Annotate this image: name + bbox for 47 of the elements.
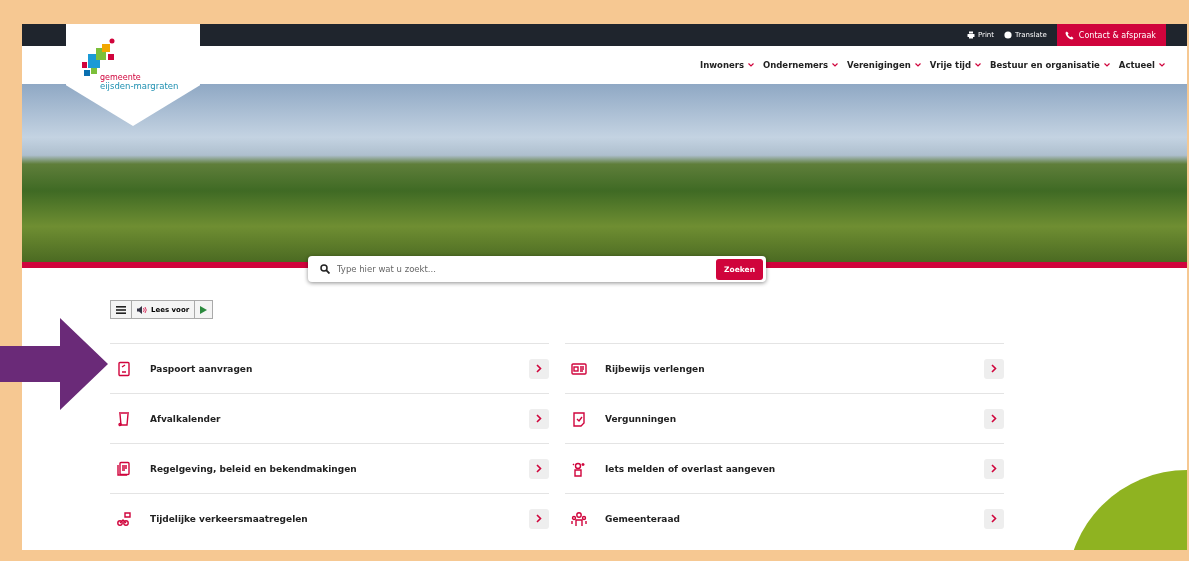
chevron-right-icon xyxy=(984,358,1004,379)
task-link[interactable]: Regelgeving, beleid en bekendmakingen xyxy=(110,443,549,493)
chevron-right-icon xyxy=(529,408,549,429)
task-link[interactable]: Gemeenteraad xyxy=(565,493,1004,543)
chevron-down-icon xyxy=(975,63,982,67)
phone-icon xyxy=(1064,30,1074,40)
bin-icon xyxy=(116,410,132,427)
nav-item[interactable]: Verenigingen xyxy=(847,60,921,70)
chevron-down-icon xyxy=(1159,63,1165,67)
chevron-right-icon xyxy=(529,458,549,479)
nav-item[interactable]: Ondernemers xyxy=(763,60,838,70)
chevron-down-icon xyxy=(748,63,754,67)
play-button[interactable] xyxy=(195,301,213,318)
id-card-icon xyxy=(571,360,587,377)
nav-item[interactable]: Vrije tijd xyxy=(929,60,982,70)
play-icon xyxy=(200,305,208,314)
chevron-down-icon xyxy=(914,63,921,67)
logo-text: gemeente xyxy=(100,74,141,82)
documents-icon xyxy=(116,460,132,477)
printer-icon xyxy=(966,31,975,39)
menu-button[interactable] xyxy=(111,301,132,318)
menu-icon xyxy=(116,305,126,314)
task-link[interactable]: Tijdelijke verkeersmaatregelen xyxy=(110,493,549,543)
nav-item[interactable]: Bestuur en organisatie xyxy=(990,60,1110,70)
speaker-icon xyxy=(137,305,147,314)
task-link[interactable]: Vergunningen xyxy=(565,393,1004,443)
chevron-right-icon xyxy=(984,508,1004,529)
chevron-down-icon xyxy=(1103,63,1110,67)
nav-item[interactable]: Inwoners xyxy=(700,60,754,70)
task-link[interactable]: Rijbewijs verlengen xyxy=(565,343,1004,393)
document-icon xyxy=(116,360,132,377)
checked-document-icon xyxy=(571,410,587,427)
task-link[interactable]: Afvalkalender xyxy=(110,393,549,443)
task-link[interactable]: Iets melden of overlast aangeven xyxy=(565,443,1004,493)
group-icon xyxy=(571,510,587,527)
chevron-right-icon xyxy=(529,508,549,529)
search-icon xyxy=(320,264,330,274)
bicycle-car-icon xyxy=(116,510,132,527)
chevron-down-icon xyxy=(832,63,838,67)
nav-item[interactable]: Actueel xyxy=(1118,60,1165,70)
annotation-arrow-icon xyxy=(0,318,108,410)
contact-button[interactable]: Contact & afspraak xyxy=(1056,24,1166,46)
logo-text: eijsden-margraten xyxy=(100,82,179,92)
chevron-right-icon xyxy=(984,408,1004,429)
chevron-right-icon xyxy=(529,358,549,379)
task-link[interactable]: Paspoort aanvragen xyxy=(110,343,549,393)
chevron-right-icon xyxy=(984,458,1004,479)
